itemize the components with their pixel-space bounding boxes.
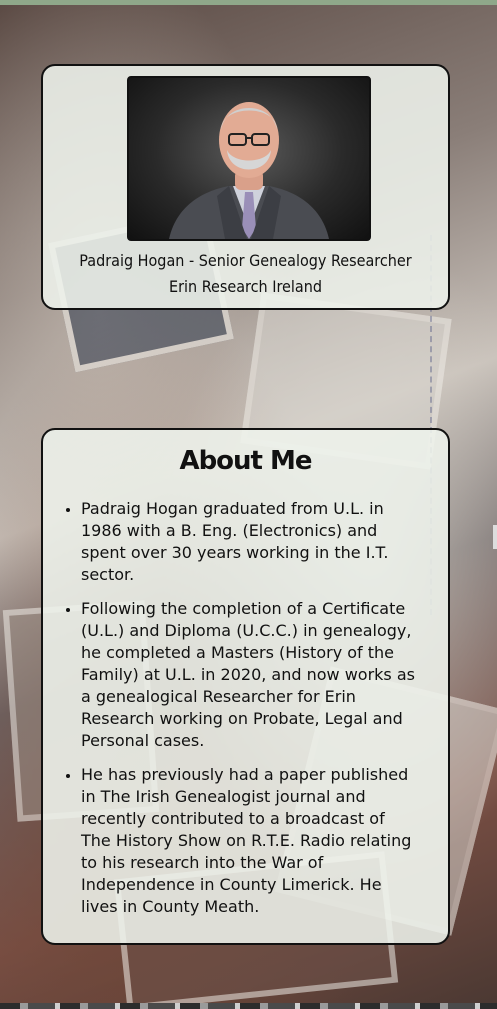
scrollbar-thumb[interactable] [493, 525, 497, 549]
profile-card: Padraig Hogan - Senior Genealogy Researc… [41, 64, 450, 310]
about-me-list: Padraig Hogan graduated from U.L. in 198… [43, 498, 448, 930]
about-list-item: Following the completion of a Certificat… [81, 598, 416, 752]
about-list-item: Padraig Hogan graduated from U.L. in 198… [81, 498, 416, 586]
about-me-card: About Me Padraig Hogan graduated from U.… [41, 428, 450, 945]
profile-organization: Erin Research Ireland [169, 277, 322, 296]
about-me-heading: About Me [179, 446, 312, 476]
about-list-item: He has previously had a paper published … [81, 764, 416, 918]
profile-name: Padraig Hogan - Senior Genealogy Researc… [79, 251, 412, 270]
profile-photo [127, 76, 371, 241]
footer-strip [0, 1003, 497, 1009]
person-portrait-icon [169, 102, 329, 239]
